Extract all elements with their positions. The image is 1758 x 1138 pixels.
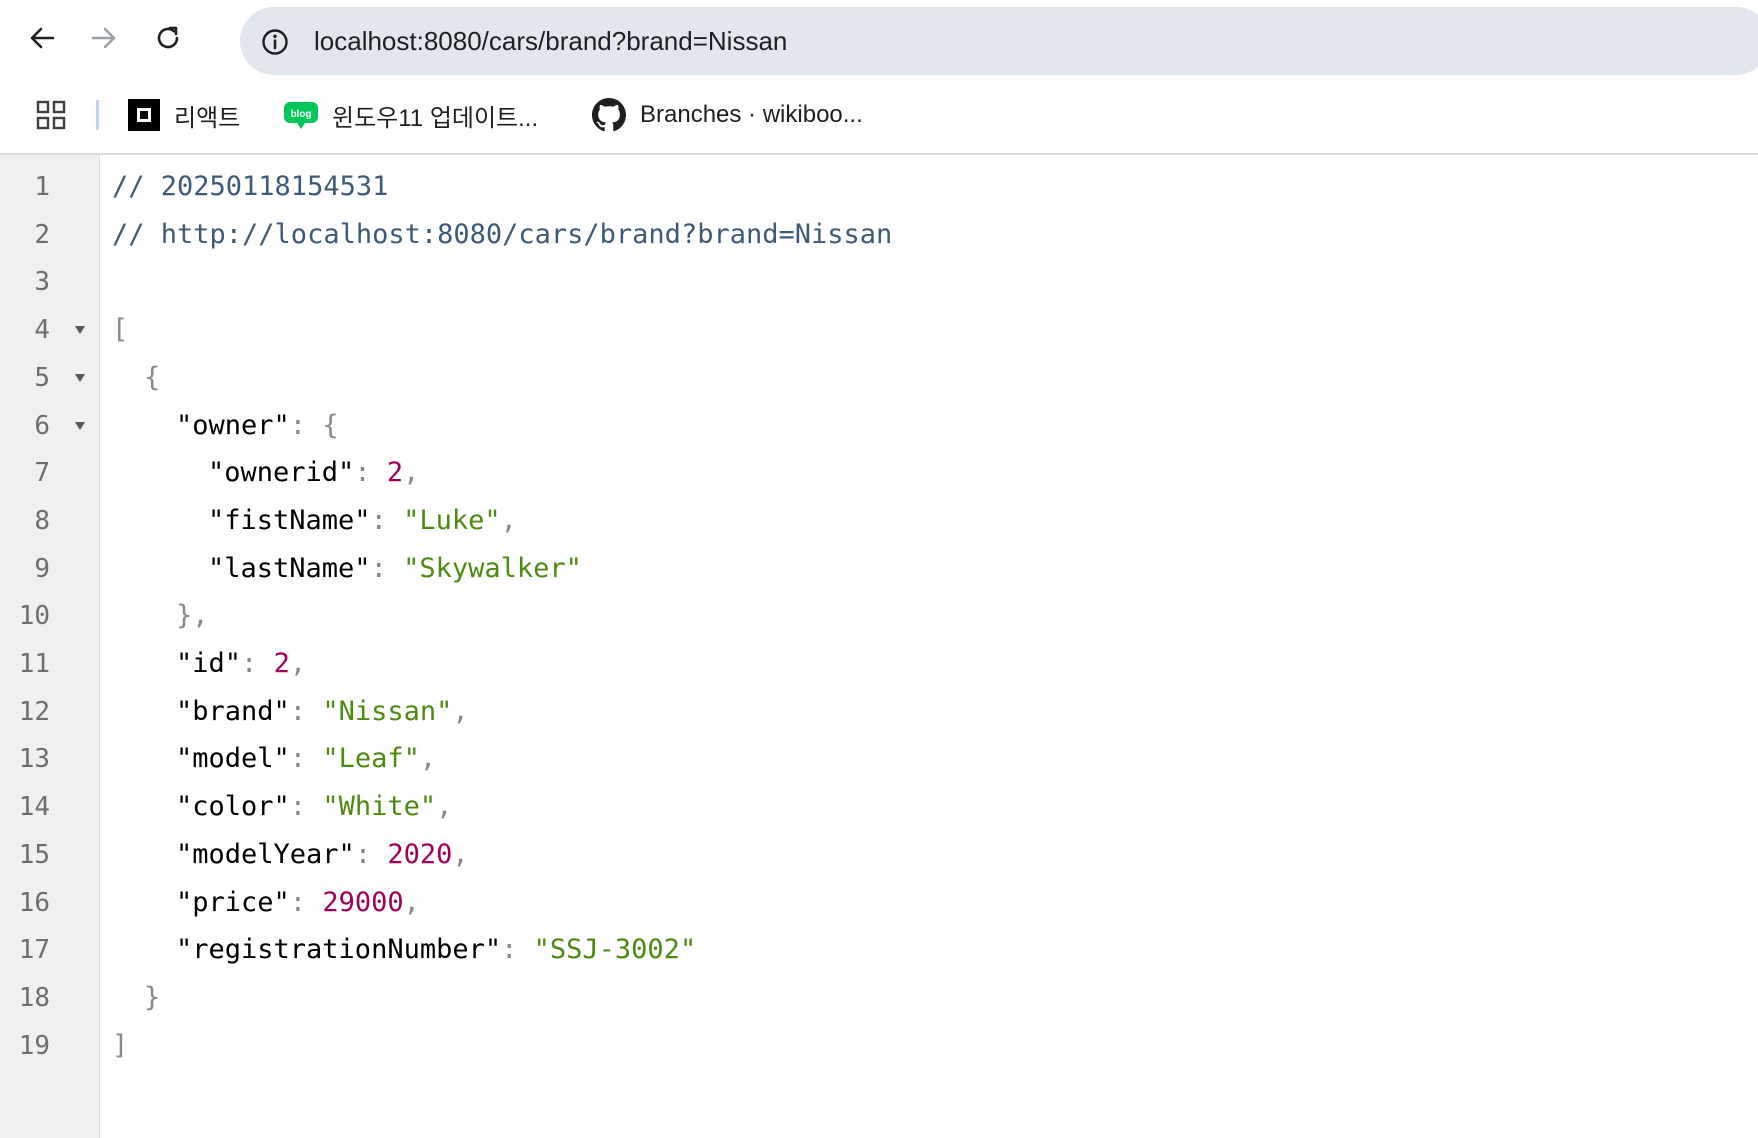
- code-line: 12 "brand": "Nissan",: [0, 688, 1758, 736]
- code-line: 6 "owner": {: [0, 402, 1758, 450]
- code-line: 11 "id": 2,: [0, 640, 1758, 688]
- blog-favicon-icon: blog: [284, 102, 318, 129]
- line-number: 7: [34, 458, 50, 489]
- code-line: 17 "registrationNumber": "SSJ-3002": [0, 926, 1758, 974]
- code-line: 4[: [0, 306, 1758, 354]
- code-text: "owner": {: [176, 409, 339, 441]
- back-arrow-icon: [30, 27, 55, 49]
- code-line: 14 "color": "White",: [0, 783, 1758, 831]
- code-line: 19]: [0, 1022, 1758, 1070]
- reload-button[interactable]: [146, 16, 190, 60]
- code-line: 13 "model": "Leaf",: [0, 735, 1758, 783]
- line-number: 2: [34, 219, 50, 250]
- code-text: // http://localhost:8080/cars/brand?bran…: [112, 218, 893, 250]
- code-text: "color": "White",: [176, 791, 453, 823]
- line-number: 11: [18, 649, 50, 679]
- code-line: 5{: [0, 354, 1758, 402]
- code-text: [: [112, 314, 129, 346]
- line-number: 1: [34, 172, 50, 202]
- line-number: 10: [18, 601, 50, 632]
- line-number: 13: [18, 744, 50, 775]
- line-number: 16: [18, 887, 50, 918]
- json-viewer: 1 // 20250118154531 2 // http://localhost:8…: [0, 155, 1758, 1138]
- line-number: 4: [34, 315, 50, 346]
- apps-grid-icon[interactable]: [36, 100, 66, 130]
- address-bar[interactable]: localhost:8080/cars/brand?brand=Nissan: [240, 7, 1758, 75]
- line-number: 17: [18, 935, 50, 966]
- forward-button[interactable]: [82, 16, 126, 60]
- react-favicon-icon: [128, 99, 160, 131]
- forward-arrow-icon: [91, 27, 116, 49]
- bookmark-react[interactable]: 리액트: [128, 96, 240, 134]
- code-line: 16 "price": 29000,: [0, 879, 1758, 927]
- code-text: "registrationNumber": "SSJ-3002": [176, 934, 697, 966]
- line-number: 8: [34, 505, 50, 536]
- code-text: "fistName": "Luke",: [208, 504, 517, 536]
- code-line: 3: [0, 258, 1758, 306]
- bookmarks-separator: [96, 100, 99, 130]
- code-text: },: [176, 600, 209, 632]
- bookmark-label: 윈도우11 업데이트...: [332, 104, 539, 132]
- browser-toolbar: localhost:8080/cars/brand?brand=Nissan: [0, 0, 1758, 76]
- reload-icon: [157, 26, 179, 49]
- line-number: 19: [18, 1030, 50, 1061]
- code-line: 8 "fistName": "Luke",: [0, 497, 1758, 545]
- line-number: 14: [18, 792, 50, 823]
- bookmarks-bar: 리액트 blog 윈도우11 업데이트... Branches · wikibo…: [0, 76, 1758, 155]
- code-line: 1 // 20250118154531: [0, 163, 1758, 211]
- bookmark-blog[interactable]: blog 윈도우11 업데이트...: [284, 96, 538, 134]
- code-text: "price": 29000,: [176, 886, 420, 918]
- code-text: {: [144, 361, 161, 393]
- line-number: 5: [34, 362, 50, 393]
- fold-toggle-icon[interactable]: [72, 354, 88, 402]
- line-number: 9: [34, 553, 50, 584]
- code-text: // 20250118154531: [112, 171, 389, 202]
- code-line: 2 // http://localhost:8080/cars/brand?bra…: [0, 211, 1758, 259]
- bookmark-github[interactable]: Branches · wikiboo...: [592, 96, 863, 134]
- code-line: 10},: [0, 592, 1758, 640]
- fold-toggle-icon[interactable]: [72, 402, 88, 450]
- line-number: 12: [18, 696, 50, 727]
- github-icon: [592, 98, 626, 132]
- line-number: 3: [34, 267, 50, 298]
- code-text: "lastName": "Skywalker": [208, 552, 582, 584]
- code-text: "model": "Leaf",: [176, 743, 437, 775]
- blog-favicon-text: blog: [290, 109, 311, 120]
- line-number: 6: [34, 410, 50, 441]
- url-text[interactable]: localhost:8080/cars/brand?brand=Nissan: [314, 23, 787, 59]
- code-line: 18}: [0, 974, 1758, 1022]
- code-text: "id": 2,: [176, 648, 307, 679]
- bookmark-label: Branches · wikiboo...: [640, 101, 863, 128]
- line-number: 15: [18, 839, 50, 870]
- line-number: 18: [18, 982, 50, 1013]
- code-line: 15 "modelYear": 2020,: [0, 831, 1758, 879]
- code-text: ]: [112, 1029, 129, 1061]
- code-line: 9 "lastName": "Skywalker": [0, 545, 1758, 593]
- code-line: 7 "ownerid": 2,: [0, 449, 1758, 497]
- code-text: }: [144, 981, 161, 1013]
- code-text: "ownerid": 2,: [208, 457, 420, 489]
- fold-toggle-icon[interactable]: [72, 306, 88, 354]
- code-text: "brand": "Nissan",: [176, 695, 469, 727]
- code-text: "modelYear": 2020,: [176, 838, 469, 870]
- back-button[interactable]: [20, 16, 64, 60]
- info-circle-icon[interactable]: [260, 27, 290, 57]
- bookmark-label: 리액트: [174, 104, 241, 132]
